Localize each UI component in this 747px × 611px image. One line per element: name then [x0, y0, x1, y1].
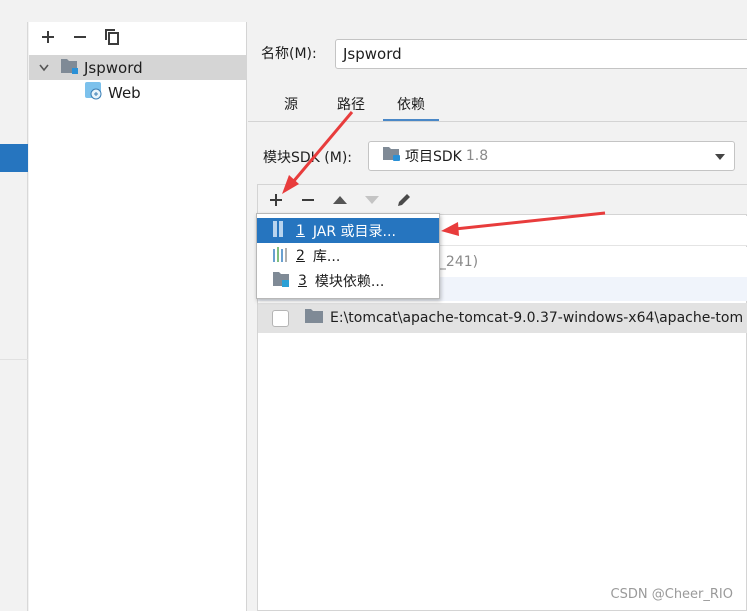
- menu-item-label: 库...: [312, 248, 341, 265]
- jar-icon: [273, 220, 287, 241]
- module-settings-panel: 名称(M): Jspword 源 路径 依赖 模块SDK (M): 项目SDK …: [248, 22, 747, 611]
- copy-icon[interactable]: [102, 27, 122, 47]
- module-sdk-dropdown[interactable]: 项目SDK 1.8: [368, 141, 735, 171]
- module-name-field[interactable]: Jspword: [335, 39, 747, 69]
- name-label: 名称(M):: [261, 46, 317, 62]
- settings-category-sidebar: [0, 22, 28, 611]
- sidebar-divider: [0, 359, 28, 360]
- module-name: Jspword: [84, 58, 143, 77]
- menu-item-number: 3: [298, 272, 307, 289]
- chevron-down-icon[interactable]: [39, 60, 49, 76]
- watermark: CSDN @Cheer_RIO: [610, 587, 733, 602]
- selected-category-indicator[interactable]: [0, 144, 28, 172]
- menu-item-label: 模块依赖...: [314, 273, 385, 290]
- tree-item-module[interactable]: Jspword: [29, 55, 247, 80]
- window-top-bar: [0, 0, 747, 22]
- module-sdk-label: 模块SDK (M):: [263, 150, 353, 166]
- menu-item-number: 1: [296, 222, 305, 239]
- module-dependency-icon: [273, 271, 289, 291]
- library-icon: [273, 246, 287, 266]
- add-dependency-icon[interactable]: [266, 190, 286, 210]
- menu-item-library[interactable]: 2 库...: [257, 243, 439, 268]
- move-down-icon: [362, 190, 382, 210]
- module-folder-icon: [61, 58, 79, 78]
- menu-item-jar-or-directory[interactable]: 1 JAR 或目录...: [257, 218, 439, 243]
- tab-dependencies[interactable]: 依赖: [383, 92, 439, 122]
- menu-item-label: JAR 或目录...: [312, 223, 396, 240]
- facet-name: Web: [108, 83, 141, 102]
- remove-dependency-icon[interactable]: [298, 190, 318, 210]
- tab-paths[interactable]: 路径: [337, 92, 365, 122]
- add-icon[interactable]: [38, 27, 58, 47]
- chevron-down-icon[interactable]: [715, 154, 725, 160]
- tree-item-web-facet[interactable]: Web: [29, 80, 247, 105]
- menu-item-number: 2: [296, 247, 305, 264]
- sdk-version: 1.8: [465, 148, 489, 164]
- table-row[interactable]: E:\tomcat\apache-tomcat-9.0.37-windows-x…: [258, 303, 747, 333]
- move-up-icon[interactable]: [330, 190, 350, 210]
- add-dependency-menu: 1 JAR 或目录... 2 库... 3 模块依赖...: [256, 213, 440, 299]
- tab-sources[interactable]: 源: [284, 92, 298, 122]
- menu-item-module-dependency[interactable]: 3 模块依赖...: [257, 268, 439, 293]
- sdk-folder-icon: [383, 146, 401, 166]
- remove-icon[interactable]: [70, 27, 90, 47]
- tab-divider: [248, 121, 747, 122]
- web-facet-icon: [85, 81, 103, 104]
- module-tree-panel: Jspword Web: [29, 22, 247, 611]
- edit-pencil-icon[interactable]: [394, 190, 414, 210]
- folder-icon: [305, 309, 323, 327]
- dependencies-toolbar: [258, 185, 747, 215]
- dependency-path: E:\tomcat\apache-tomcat-9.0.37-windows-x…: [330, 310, 744, 326]
- sdk-value: 项目SDK: [405, 149, 462, 165]
- export-checkbox[interactable]: [272, 309, 289, 327]
- tree-toolbar: [29, 22, 246, 52]
